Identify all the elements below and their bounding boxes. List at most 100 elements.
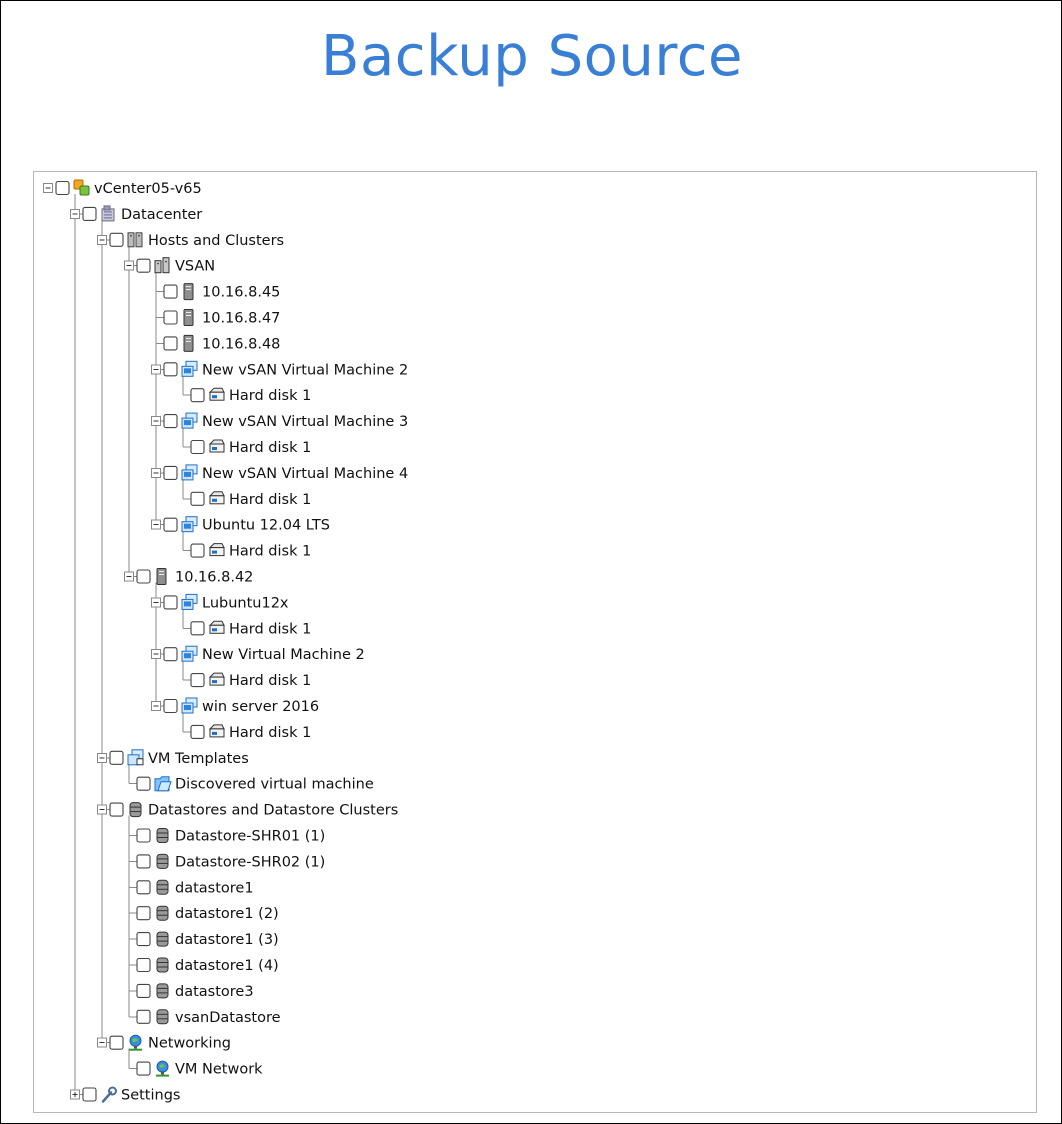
node-checkbox[interactable]	[136, 880, 151, 895]
node-checkbox[interactable]	[136, 957, 151, 973]
node-label[interactable]: Hard disk 1	[229, 440, 311, 456]
node-checkbox[interactable]	[136, 569, 151, 584]
node-label[interactable]: New vSAN Virtual Machine 3	[202, 414, 408, 430]
node-checkbox[interactable]	[55, 180, 70, 196]
node-label[interactable]: Hard disk 1	[229, 673, 311, 689]
collapse-toggle[interactable]	[151, 416, 161, 427]
node-label[interactable]: Hard disk 1	[229, 725, 311, 741]
collapse-toggle[interactable]	[151, 701, 161, 711]
vm-icon	[181, 464, 198, 481]
collapse-toggle[interactable]	[124, 571, 134, 582]
collapse-toggle[interactable]	[97, 804, 107, 815]
node-label[interactable]: Ubuntu 12.04 LTS	[202, 518, 330, 534]
node-checkbox[interactable]	[190, 491, 205, 506]
node-label[interactable]: Datastore-SHR01 (1)	[175, 829, 325, 845]
node-checkbox[interactable]	[136, 1009, 151, 1024]
expand-toggle[interactable]	[70, 1089, 80, 1100]
collapse-toggle[interactable]	[97, 234, 107, 245]
node-checkbox[interactable]	[190, 439, 205, 455]
tree-node: datastore1 (4)	[136, 957, 279, 974]
node-checkbox[interactable]	[163, 362, 178, 377]
tree-node: vsanDatastore	[136, 1009, 281, 1026]
datastore-icon	[156, 1009, 169, 1025]
node-checkbox[interactable]	[190, 724, 205, 739]
node-label[interactable]: 10.16.8.47	[202, 311, 280, 327]
node-label[interactable]: New Virtual Machine 2	[202, 647, 365, 663]
collapse-toggle[interactable]	[151, 364, 161, 375]
node-label[interactable]: VM Templates	[148, 751, 249, 767]
node-label[interactable]: Datastore-SHR02 (1)	[175, 854, 325, 870]
node-checkbox[interactable]	[163, 336, 178, 351]
node-checkbox[interactable]	[163, 284, 178, 299]
node-label[interactable]: Discovered virtual machine	[175, 777, 374, 793]
node-label[interactable]: vsanDatastore	[175, 1010, 281, 1026]
node-label[interactable]: 10.16.8.45	[202, 285, 280, 301]
collapse-toggle[interactable]	[151, 649, 161, 660]
collapse-toggle[interactable]	[151, 467, 161, 478]
node-label[interactable]: Hard disk 1	[229, 388, 311, 404]
node-checkbox[interactable]	[163, 517, 178, 532]
node-checkbox[interactable]	[163, 647, 178, 662]
node-label[interactable]: VSAN	[175, 259, 215, 275]
node-checkbox[interactable]	[136, 776, 151, 791]
node-label[interactable]: datastore1	[175, 880, 254, 896]
node-label[interactable]: Hard disk 1	[229, 621, 311, 637]
node-label[interactable]: New vSAN Virtual Machine 2	[202, 362, 408, 378]
node-checkbox[interactable]	[136, 258, 151, 273]
node-label[interactable]: Hard disk 1	[229, 492, 311, 508]
vm-icon	[181, 697, 198, 714]
host-icon	[183, 334, 194, 352]
node-checkbox[interactable]	[109, 750, 124, 765]
node-checkbox[interactable]	[136, 854, 151, 869]
node-checkbox[interactable]	[136, 828, 151, 843]
node-checkbox[interactable]	[82, 206, 97, 221]
collapse-toggle[interactable]	[151, 597, 161, 608]
node-checkbox[interactable]	[109, 1035, 124, 1050]
datastore-icon	[156, 828, 169, 843]
node-checkbox[interactable]	[136, 1061, 151, 1076]
node-label[interactable]: 10.16.8.48	[202, 336, 280, 352]
node-label[interactable]: datastore1 (3)	[175, 932, 279, 948]
node-checkbox[interactable]	[190, 388, 205, 403]
collapse-toggle[interactable]	[97, 752, 107, 763]
node-checkbox[interactable]	[163, 310, 178, 325]
node-label[interactable]: New vSAN Virtual Machine 4	[202, 466, 408, 482]
node-checkbox[interactable]	[190, 543, 205, 558]
node-label[interactable]: vCenter05-v65	[94, 181, 202, 197]
collapse-toggle[interactable]	[151, 519, 161, 530]
node-label[interactable]: Networking	[148, 1036, 231, 1052]
node-checkbox[interactable]	[109, 232, 124, 247]
tree-node: Hard disk 1	[190, 724, 311, 741]
node-checkbox[interactable]	[136, 983, 151, 998]
node-label[interactable]: 10.16.8.42	[175, 570, 253, 586]
node-label[interactable]: Datastores and Datastore Clusters	[148, 803, 398, 819]
node-checkbox[interactable]	[190, 621, 205, 636]
node-label[interactable]: VM Network	[175, 1062, 263, 1078]
node-checkbox[interactable]	[190, 673, 205, 688]
node-checkbox[interactable]	[136, 906, 151, 921]
hard-disk-icon	[208, 543, 225, 557]
tree-node: New Virtual Machine 2	[151, 645, 365, 663]
node-label[interactable]: datastore1 (4)	[175, 958, 279, 974]
node-checkbox[interactable]	[163, 698, 178, 714]
collapse-toggle[interactable]	[124, 260, 134, 271]
node-checkbox[interactable]	[82, 1087, 97, 1102]
node-label[interactable]: Datacenter	[121, 207, 202, 223]
datastore-icon	[156, 957, 169, 973]
node-checkbox[interactable]	[136, 932, 151, 947]
node-label[interactable]: Hosts and Clusters	[148, 233, 284, 249]
node-label[interactable]: Lubuntu12x	[202, 595, 289, 611]
collapse-toggle[interactable]	[97, 1037, 107, 1048]
node-label[interactable]: Hard disk 1	[229, 544, 311, 560]
node-label[interactable]: win server 2016	[202, 699, 319, 715]
node-label[interactable]: datastore3	[175, 984, 254, 1000]
node-checkbox[interactable]	[163, 465, 178, 480]
node-label[interactable]: datastore1 (2)	[175, 906, 279, 922]
node-checkbox[interactable]	[163, 414, 178, 429]
collapse-toggle[interactable]	[43, 183, 53, 193]
vm-icon	[181, 516, 198, 533]
node-label[interactable]: Settings	[121, 1088, 180, 1104]
collapse-toggle[interactable]	[70, 208, 80, 219]
node-checkbox[interactable]	[109, 802, 124, 817]
node-checkbox[interactable]	[163, 595, 178, 610]
